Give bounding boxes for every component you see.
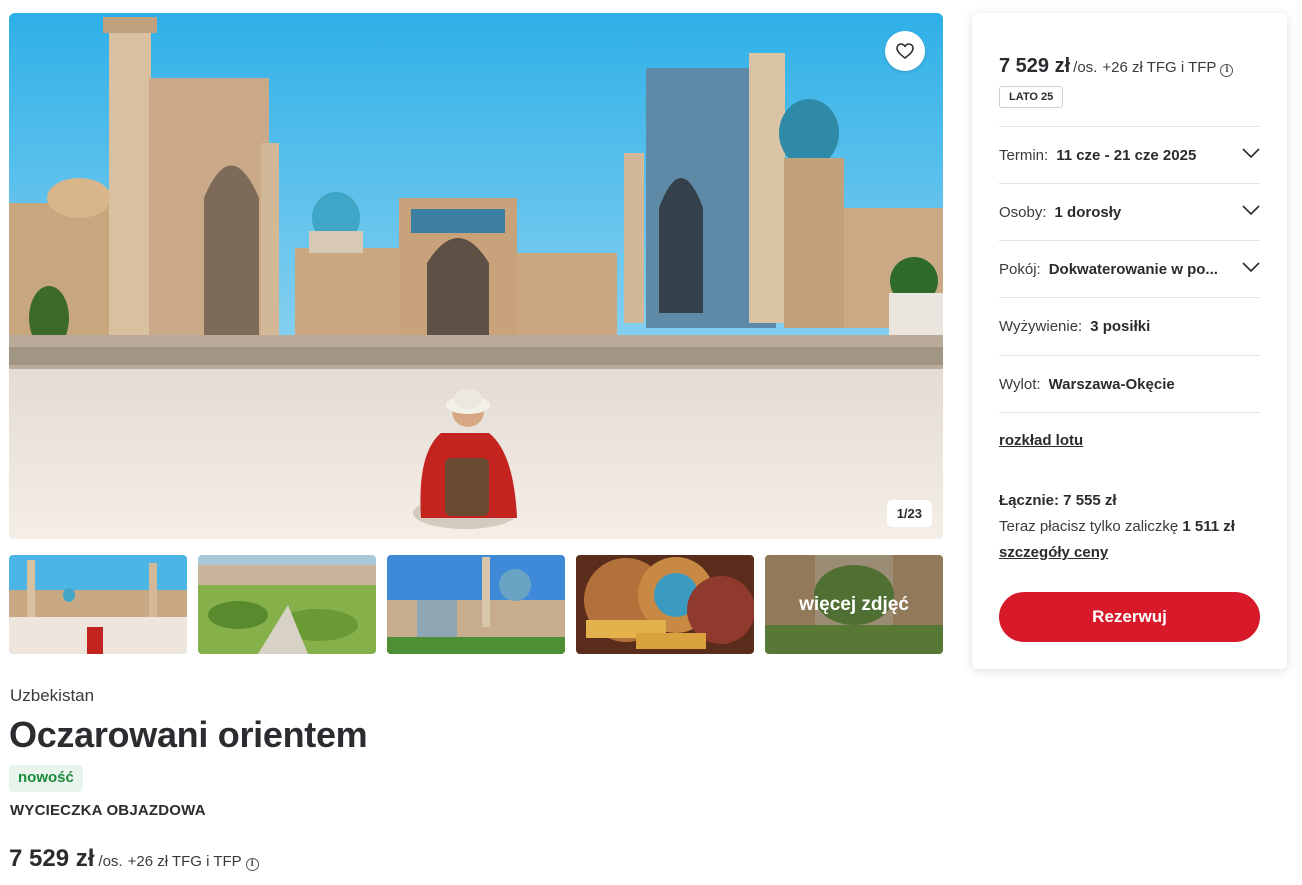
room-value: Dokwaterowanie w po...: [1048, 260, 1218, 278]
divider: [999, 412, 1260, 413]
trip-type: WYCIECZKA OBJAZDOWA: [10, 802, 206, 819]
thumbnail-3[interactable]: [387, 555, 565, 654]
price-amount: 7 529 zł: [999, 55, 1071, 77]
departure-value: Warszawa-Okęcie: [1048, 375, 1175, 393]
persons-select[interactable]: Osoby: 1 dorosły: [999, 183, 1260, 240]
thumbnail-image: [198, 555, 376, 654]
flight-schedule-link[interactable]: rozkład lotu: [999, 432, 1083, 449]
booking-card: 7 529 zł /os. +26 zł TFG i TFP i LATO 25…: [972, 13, 1287, 669]
thumbnail-image: [576, 555, 754, 654]
deposit-text: Teraz płacisz tylko zaliczkę: [999, 518, 1179, 535]
thumbnail-strip: więcej zdjęć: [9, 555, 943, 654]
more-photos-label: więcej zdjęć: [765, 555, 943, 654]
board-value: 3 posiłki: [1090, 317, 1151, 335]
thumbnail-image: [387, 555, 565, 654]
chevron-down-icon: [1242, 148, 1260, 159]
registan-square-photo: [9, 13, 943, 539]
thumbnail-1[interactable]: [9, 555, 187, 654]
thumbnail-more[interactable]: więcej zdjęć: [765, 555, 943, 654]
heart-icon: [896, 43, 914, 59]
favorite-button[interactable]: [885, 31, 925, 71]
term-label: Termin:: [999, 146, 1049, 164]
deposit-amount: 1 511 zł: [1182, 518, 1235, 535]
departure-label: Wylot:: [999, 375, 1041, 393]
term-value: 11 cze - 21 cze 2025: [1056, 146, 1197, 164]
info-icon[interactable]: i: [245, 858, 259, 871]
price-fees: +26 zł TFG i TFP: [127, 853, 242, 870]
new-badge: nowość: [9, 765, 83, 792]
persons-value: 1 dorosły: [1054, 203, 1122, 221]
term-select[interactable]: Termin: 11 cze - 21 cze 2025: [999, 126, 1260, 183]
board-info: Wyżywienie: 3 posiłki: [999, 297, 1260, 354]
persons-label: Osoby:: [999, 203, 1047, 221]
page-title: Oczarowani orientem: [9, 714, 368, 755]
room-select[interactable]: Pokój: Dokwaterowanie w po...: [999, 240, 1260, 297]
photo-counter: 1/23: [886, 500, 932, 527]
price-details-link[interactable]: szczegóły ceny: [999, 544, 1108, 561]
thumbnail-4[interactable]: [576, 555, 754, 654]
trip-country: Uzbekistan: [10, 686, 95, 705]
info-icon[interactable]: i: [1220, 64, 1234, 77]
chevron-down-icon: [1242, 262, 1260, 273]
thumbnail-image: [9, 555, 187, 654]
reserve-button[interactable]: Rezerwuj: [999, 592, 1260, 642]
total-price: Łącznie: 7 555 zł: [999, 492, 1117, 509]
price-per-person: /os.: [1073, 59, 1098, 76]
board-label: Wyżywienie:: [999, 317, 1083, 335]
price-amount: 7 529 zł: [9, 845, 95, 872]
booking-price: 7 529 zł /os. +26 zł TFG i TFP i: [999, 55, 1234, 78]
price-per-person: /os.: [98, 853, 123, 870]
price-fees: +26 zł TFG i TFP: [1102, 59, 1217, 76]
thumbnail-2[interactable]: [198, 555, 376, 654]
chevron-down-icon: [1242, 205, 1260, 216]
season-tag: LATO 25: [999, 86, 1064, 108]
trip-price: 7 529 zł /os. +26 zł TFG i TFP i: [9, 845, 259, 873]
main-gallery-photo[interactable]: 1/23: [9, 13, 943, 539]
departure-info: Wylot: Warszawa-Okęcie: [999, 355, 1260, 412]
deposit-info: Teraz płacisz tylko zaliczkę 1 511 zł: [999, 518, 1235, 535]
room-label: Pokój:: [999, 260, 1041, 278]
